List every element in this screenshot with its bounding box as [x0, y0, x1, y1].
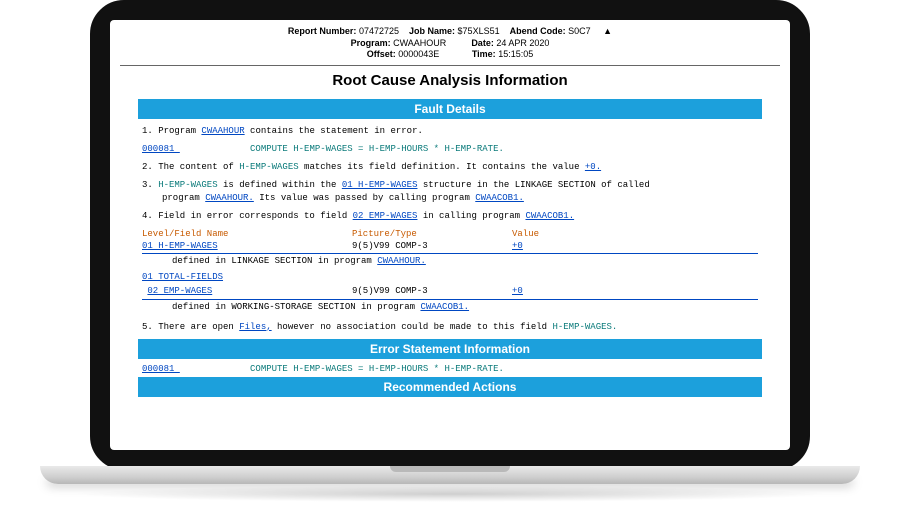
field-table-header: Level/Field Name Picture/Type Value: [142, 228, 758, 240]
n4-field-link[interactable]: 02 EMP-WAGES: [353, 211, 418, 221]
n2-text-a: 2. The content of: [142, 162, 239, 172]
report-number-label: Report Number:: [288, 26, 357, 36]
n3-text-a: 3.: [142, 180, 158, 190]
err-line-link[interactable]: 000081: [142, 364, 180, 374]
screen: Report Number: 07472725 Job Name: $75XLS…: [110, 20, 790, 450]
laptop-base: [40, 466, 860, 484]
n3-text-b: is defined within the: [218, 180, 342, 190]
abend-code-label: Abend Code:: [510, 26, 566, 36]
r1-val-link[interactable]: +0: [512, 241, 523, 251]
laptop-frame: Report Number: 07472725 Job Name: $75XLS…: [90, 0, 810, 470]
job-name-label: Job Name:: [409, 26, 455, 36]
n2-value-link[interactable]: +0.: [585, 162, 601, 172]
error-stmt-body: 000081 COMPUTE H-EMP-WAGES = H-EMP-HOURS…: [142, 363, 758, 375]
report-header: Report Number: 07472725 Job Name: $75XLS…: [120, 26, 780, 61]
header-divider: [120, 65, 780, 66]
program-label: Program:: [351, 38, 391, 48]
date-label: Date:: [471, 38, 494, 48]
n2-field: H-EMP-WAGES: [239, 162, 298, 172]
r1-sub: defined in LINKAGE SECTION in program CW…: [142, 255, 758, 267]
offset-label: Offset:: [367, 49, 396, 59]
page-title: Root Cause Analysis Information: [120, 72, 780, 89]
section-recommended-actions: Recommended Actions: [138, 377, 762, 397]
abend-code-value: S0C7: [568, 26, 591, 38]
stmt-text: COMPUTE H-EMP-WAGES = H-EMP-HOURS * H-EM…: [250, 144, 504, 154]
files-link[interactable]: Files,: [239, 322, 271, 332]
table-row: 01 H-EMP-WAGES 9(5)V99 COMP-3 +0: [142, 240, 758, 254]
section-error-statement: Error Statement Information: [138, 339, 762, 359]
r3-sub: defined in WORKING-STORAGE SECTION in pr…: [142, 301, 758, 313]
r1-name-link[interactable]: 01 H-EMP-WAGES: [142, 241, 218, 251]
n4-prog-link[interactable]: CWAACOB1.: [525, 211, 574, 221]
n5-text-b: however no association could be made to …: [272, 322, 553, 332]
r3-name-link[interactable]: 02 EMP-WAGES: [147, 286, 212, 296]
n4-text-b: in calling program: [417, 211, 525, 221]
r1-pic: 9(5)V99 COMP-3: [352, 240, 512, 252]
r3-sub-text: defined in WORKING-STORAGE SECTION in pr…: [172, 302, 420, 312]
th-value: Value: [512, 228, 632, 240]
n5-text-a: 5. There are open: [142, 322, 239, 332]
program-value: CWAAHOUR: [393, 38, 446, 50]
time-value: 15:15:05: [498, 49, 533, 61]
table-row: 01 TOTAL-FIELDS: [142, 271, 758, 284]
n1-text-b: contains the statement in error.: [245, 126, 423, 136]
n3-prog2-link[interactable]: CWAACOB1.: [475, 193, 524, 203]
err-stmt-text: COMPUTE H-EMP-WAGES = H-EMP-HOURS * H-EM…: [250, 364, 504, 374]
r3-val-link[interactable]: +0: [512, 286, 523, 296]
r2-name-link[interactable]: 01 TOTAL-FIELDS: [142, 272, 223, 282]
n3-text-d: program: [162, 193, 205, 203]
fault-details-body: 1. Program CWAAHOUR contains the stateme…: [142, 125, 758, 333]
up-arrow-icon: ▲: [603, 26, 612, 38]
n3-field: H-EMP-WAGES: [158, 180, 217, 190]
program-link-cwaahour[interactable]: CWAAHOUR: [201, 126, 244, 136]
table-row: 02 EMP-WAGES 9(5)V99 COMP-3 +0: [142, 285, 758, 299]
n2-text-b: matches its field definition. It contain…: [299, 162, 585, 172]
report-content: Report Number: 07472725 Job Name: $75XLS…: [110, 20, 790, 397]
n4-text-a: 4. Field in error corresponds to field: [142, 211, 353, 221]
offset-value: 0000043E: [398, 49, 439, 61]
n3-text-e: Its value was passed by calling program: [254, 193, 475, 203]
r1-sub-link[interactable]: CWAAHOUR.: [377, 256, 426, 266]
time-label: Time:: [472, 49, 496, 59]
n3-struct-link[interactable]: 01 H-EMP-WAGES: [342, 180, 418, 190]
stmt-line-link[interactable]: 000081: [142, 144, 180, 154]
job-name-value: $75XLS51: [458, 26, 500, 38]
r3-pic: 9(5)V99 COMP-3: [352, 285, 512, 297]
section-fault-details: Fault Details: [138, 99, 762, 119]
n3-prog1-link[interactable]: CWAAHOUR.: [205, 193, 254, 203]
report-number-value: 07472725: [359, 26, 399, 38]
n1-text-a: 1. Program: [142, 126, 201, 136]
th-field-name: Level/Field Name: [142, 228, 352, 240]
th-picture: Picture/Type: [352, 228, 512, 240]
n5-field: H-EMP-WAGES.: [552, 322, 617, 332]
date-value: 24 APR 2020: [496, 38, 549, 50]
r1-sub-text: defined in LINKAGE SECTION in program: [172, 256, 377, 266]
r3-sub-link[interactable]: CWAACOB1.: [420, 302, 469, 312]
n3-text-c: structure in the LINKAGE SECTION of call…: [417, 180, 649, 190]
laptop-shadow: [70, 486, 830, 502]
